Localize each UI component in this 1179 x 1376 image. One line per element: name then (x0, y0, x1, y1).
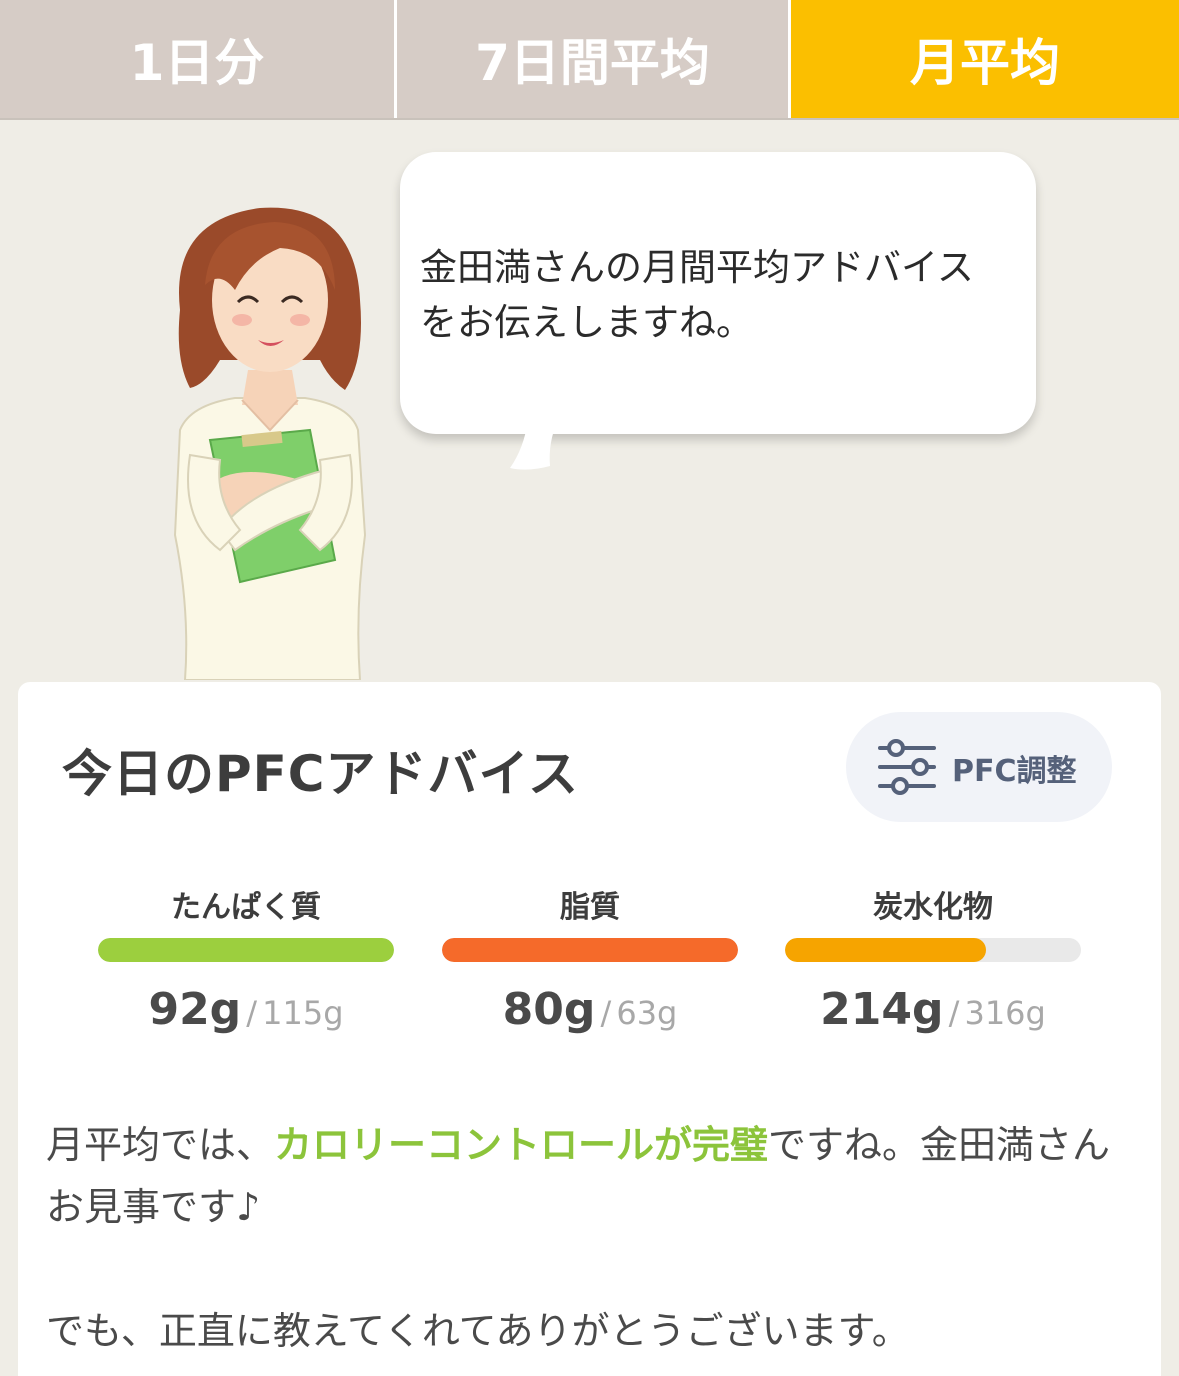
value-separator: / (246, 994, 258, 1032)
advice-text-before: 月平均では、 (46, 1123, 275, 1167)
speech-line-1: 金田満さんの月間平均アドバイス (420, 246, 974, 289)
card-title: 今日のPFCアドバイス (62, 745, 579, 803)
pfc-advice-card: 今日のPFCアドバイス PFC調整 たんぱく質 92g / 115g 脂質 80… (18, 682, 1161, 1376)
pfc-adjust-button[interactable]: PFC調整 (846, 712, 1112, 822)
speech-bubble-text: 金田満さんの月間平均アドバイス をお伝えしますね。 (420, 240, 1020, 350)
period-tabs: 1日分 7日間平均 月平均 (0, 0, 1179, 120)
speech-bubble: 金田満さんの月間平均アドバイス をお伝えしますね。 (400, 152, 1036, 434)
advice-paragraph-1: 月平均では、カロリーコントロールが完璧ですね。金田満さんお見事です♪ (46, 1114, 1126, 1238)
page: 1日分 7日間平均 月平均 金田満さんの月間平均アドバイス をお伝えしますね。 … (0, 0, 1179, 1376)
nutrient-values: 92g / 115g (98, 984, 394, 1035)
progress-bar-fill (785, 938, 987, 962)
nutrient-current: 80g (502, 984, 596, 1035)
advisor-character-illustration (173, 207, 367, 680)
progress-bar-fill (98, 938, 394, 962)
progress-bar-fill (442, 938, 738, 962)
value-separator: / (948, 994, 960, 1032)
advice-paragraph-2: でも、正直に教えてくれてありがとうございます。 (46, 1309, 910, 1353)
nutrient-target: 115g (262, 994, 344, 1032)
nutrient-name: 脂質 (560, 890, 620, 925)
progress-bar-track (98, 938, 394, 962)
speech-bubble-tail (510, 420, 558, 470)
nutrient-fat: 脂質 80g / 63g (442, 882, 738, 1035)
nutrient-protein: たんぱく質 92g / 115g (98, 882, 394, 1035)
nutrient-carbohydrate: 炭水化物 214g / 316g (785, 882, 1081, 1035)
nutrient-values: 80g / 63g (442, 984, 738, 1035)
nutrient-target: 63g (616, 994, 678, 1032)
sliders-icon (878, 739, 936, 795)
value-separator: / (600, 994, 612, 1032)
nutrient-values: 214g / 316g (785, 984, 1081, 1035)
tab-daily[interactable]: 1日分 (0, 0, 394, 118)
progress-bar-track (442, 938, 738, 962)
advice-text: 月平均では、カロリーコントロールが完璧ですね。金田満さんお見事です♪ でも、正直… (46, 1114, 1126, 1362)
nutrient-name: 炭水化物 (873, 890, 993, 925)
tab-7day-average[interactable]: 7日間平均 (394, 0, 788, 118)
advice-highlight: カロリーコントロールが完璧 (274, 1123, 769, 1167)
nutrient-name: たんぱく質 (171, 890, 321, 925)
nutrient-current: 92g (148, 984, 242, 1035)
tab-monthly-average[interactable]: 月平均 (788, 0, 1179, 118)
nutrient-target: 316g (964, 994, 1046, 1032)
nutrient-current: 214g (820, 984, 944, 1035)
speech-line-2: をお伝えしますね。 (420, 301, 753, 344)
pfc-adjust-label: PFC調整 (952, 754, 1077, 789)
progress-bar-track (785, 938, 1081, 962)
